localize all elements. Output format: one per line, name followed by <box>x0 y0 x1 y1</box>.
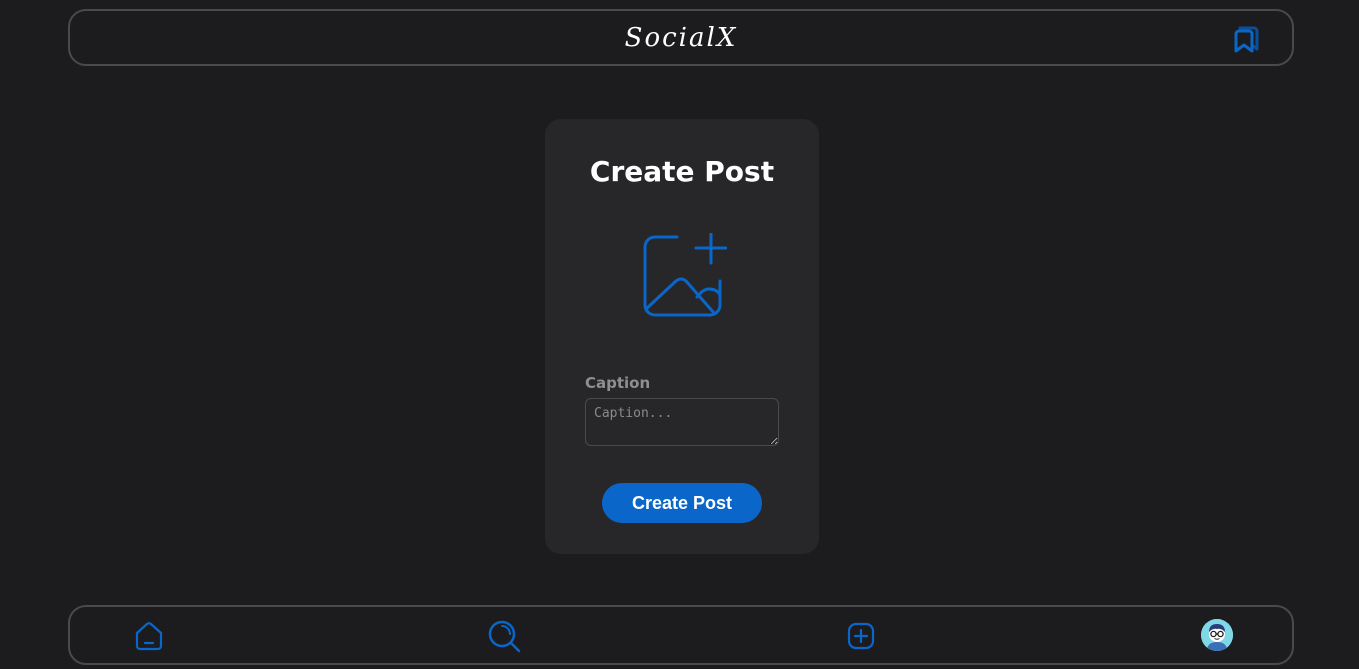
bookmarks-icon <box>1234 26 1259 53</box>
nav-profile-button[interactable] <box>1201 619 1235 653</box>
avatar <box>1201 619 1233 651</box>
add-image-icon <box>643 231 728 317</box>
page-title: Create Post <box>589 155 775 188</box>
add-square-icon <box>847 622 875 650</box>
create-post-button[interactable]: Create Post <box>602 483 762 523</box>
search-icon <box>488 620 521 653</box>
caption-label: Caption <box>585 374 651 392</box>
caption-input[interactable] <box>585 398 779 446</box>
avatar-image <box>1201 619 1233 651</box>
bookmarks-button[interactable] <box>1230 23 1262 55</box>
nav-search-button[interactable] <box>487 619 521 653</box>
bottom-navbar <box>68 605 1294 665</box>
create-post-card: Create Post Caption Create Post <box>545 119 819 554</box>
top-navbar: SocialX <box>68 9 1294 66</box>
nav-home-button[interactable] <box>132 619 166 653</box>
nav-create-button[interactable] <box>844 619 878 653</box>
home-icon <box>135 622 163 651</box>
app-logo[interactable]: SocialX <box>70 23 1292 53</box>
image-upload-button[interactable] <box>641 231 728 319</box>
